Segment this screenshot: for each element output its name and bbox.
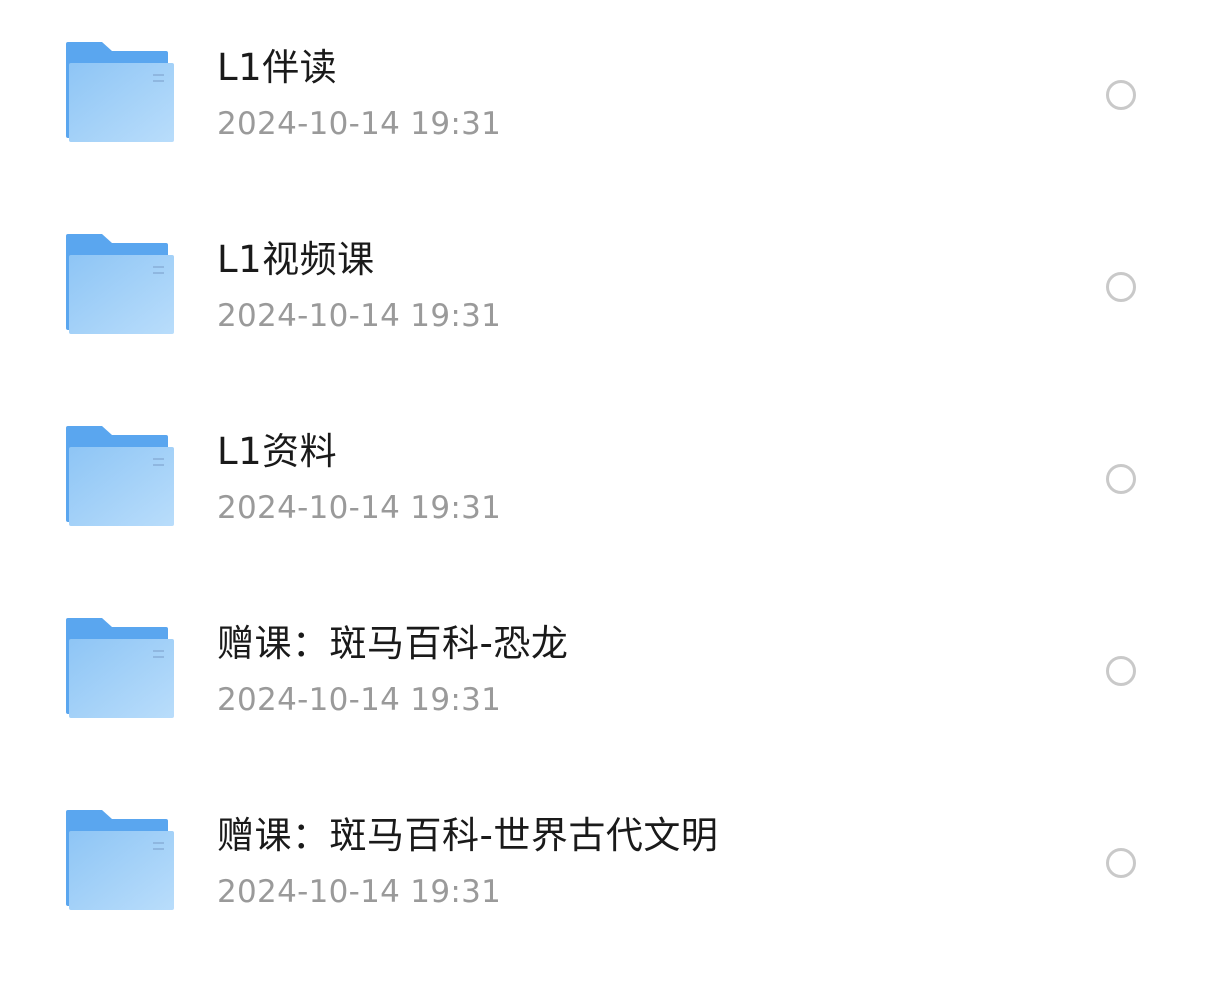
file-date: 2024-10-14 19:31 bbox=[217, 298, 502, 334]
file-date: 2024-10-14 19:31 bbox=[217, 682, 502, 718]
file-name: L1伴读 bbox=[217, 46, 338, 89]
file-date: 2024-10-14 19:31 bbox=[217, 106, 502, 142]
folder-icon bbox=[66, 618, 174, 718]
file-list: L1伴读 2024-10-14 19:31 L1视频课 2024-10-14 1… bbox=[0, 0, 1220, 996]
file-list-item[interactable]: L1视频课 2024-10-14 19:31 bbox=[0, 192, 1220, 384]
folder-icon bbox=[66, 234, 174, 334]
select-radio-button[interactable] bbox=[1106, 656, 1136, 686]
folder-icon bbox=[66, 426, 174, 526]
file-date: 2024-10-14 19:31 bbox=[217, 874, 502, 910]
file-name: 赠课：斑马百科-恐龙 bbox=[217, 622, 569, 665]
file-name: 赠课：斑马百科-世界古代文明 bbox=[217, 814, 719, 857]
file-list-item[interactable]: 赠课：斑马百科-恐龙 2024-10-14 19:31 bbox=[0, 576, 1220, 768]
select-radio-button[interactable] bbox=[1106, 80, 1136, 110]
select-radio-button[interactable] bbox=[1106, 272, 1136, 302]
select-radio-button[interactable] bbox=[1106, 848, 1136, 878]
file-date: 2024-10-14 19:31 bbox=[217, 490, 502, 526]
file-name: L1资料 bbox=[217, 430, 338, 473]
file-list-item[interactable]: 赠课：斑马百科-世界古代文明 2024-10-14 19:31 bbox=[0, 768, 1220, 960]
folder-icon bbox=[66, 42, 174, 142]
file-list-item[interactable]: L1伴读 2024-10-14 19:31 bbox=[0, 0, 1220, 192]
folder-icon bbox=[66, 810, 174, 910]
file-name: L1视频课 bbox=[217, 238, 375, 281]
select-radio-button[interactable] bbox=[1106, 464, 1136, 494]
file-list-item[interactable]: L1资料 2024-10-14 19:31 bbox=[0, 384, 1220, 576]
